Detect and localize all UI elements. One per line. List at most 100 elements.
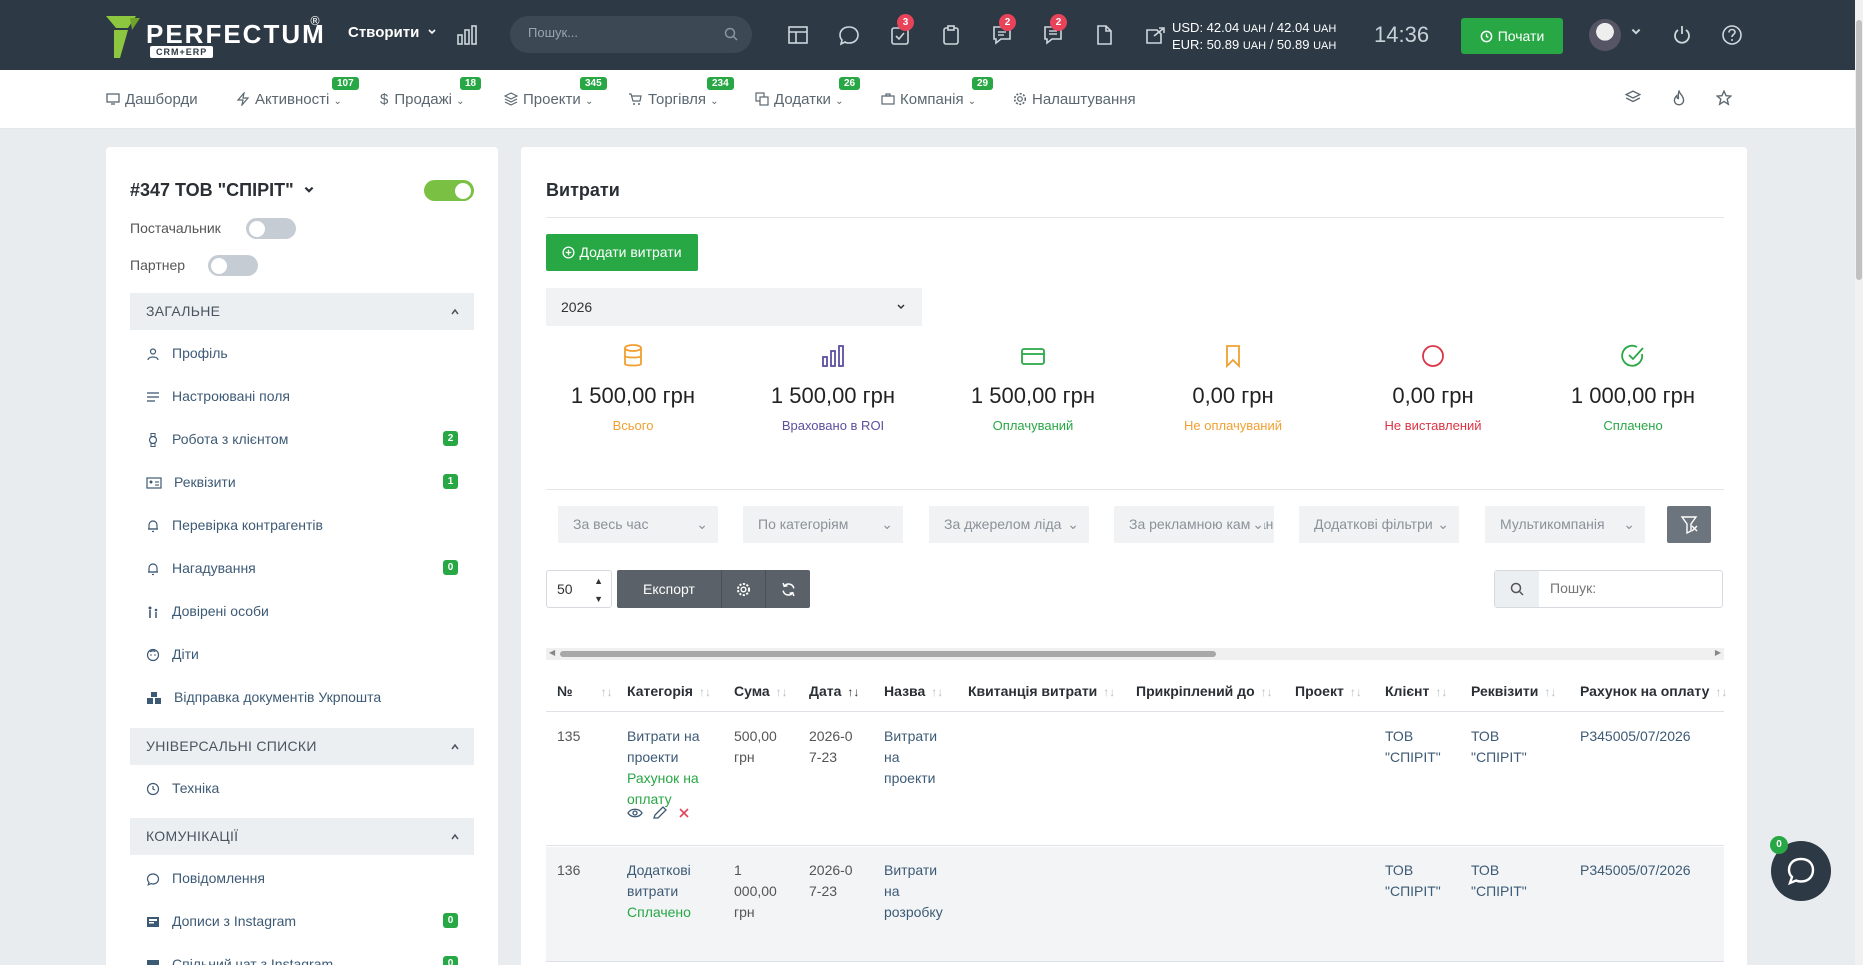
cell-requisites[interactable]: ТОВ "СПІРІТ" [1471, 860, 1536, 902]
logo[interactable]: PERFECTUM ® CRM+ERP [106, 14, 326, 60]
start-timer-button[interactable]: Почати [1461, 18, 1563, 54]
page-scrollbar[interactable] [1855, 0, 1863, 965]
sidebar-item-counterparty-check[interactable]: Перевірка контрагентів [146, 517, 458, 539]
nav-label: Активності [255, 91, 330, 108]
nav-projects[interactable]: Проекти ⌄ [503, 91, 593, 108]
col-receipt[interactable]: Квитанція витрати ↑↓ [968, 683, 1115, 699]
col-category[interactable]: Категорія ↑↓ [627, 683, 711, 699]
sidebar-item-instagram-chat[interactable]: Спільний чат з Instagram 0 [146, 956, 458, 965]
table-search-input[interactable] [1550, 580, 1710, 596]
section-universal-lists[interactable]: УНІВЕРСАЛЬНІ СПИСКИ [130, 728, 474, 765]
col-project[interactable]: Проект ↑↓ [1295, 683, 1362, 699]
create-dropdown[interactable]: Створити [348, 24, 437, 41]
category-link[interactable]: Додаткові витрати [627, 860, 727, 902]
section-communications[interactable]: КОМУНІКАЦІЇ [130, 818, 474, 855]
delete-icon[interactable] [677, 806, 691, 820]
layers-icon[interactable] [1625, 90, 1641, 106]
edit-icon[interactable] [652, 806, 668, 820]
scroll-thumb[interactable] [1856, 20, 1862, 280]
chat-bubble-icon[interactable] [838, 24, 860, 46]
cell-invoice[interactable]: P345005/07/2026 [1580, 726, 1691, 747]
page-title: Витрати [546, 180, 620, 200]
cell-client[interactable]: ТОВ "СПІРІТ" [1385, 726, 1450, 768]
sidebar-item-reminders[interactable]: Нагадування 0 [146, 560, 458, 582]
cell-client[interactable]: ТОВ "СПІРІТ" [1385, 860, 1450, 902]
col-date[interactable]: Дата ↑↓ [809, 683, 859, 699]
sidebar-item-instagram-posts[interactable]: Дописи з Instagram 0 [146, 913, 458, 935]
sidebar-item-custom-fields[interactable]: Настроювані поля [146, 388, 458, 410]
sidebar-item-trusted-persons[interactable]: Довірені особи [146, 603, 458, 625]
reload-button[interactable] [766, 570, 810, 608]
col-number[interactable]: № ↑↓ [557, 683, 613, 699]
sidebar-item-client-work[interactable]: Робота з клієнтом 2 [146, 431, 458, 453]
supplier-label: Постачальник [130, 220, 221, 236]
chevron-down-icon[interactable] [1630, 26, 1642, 38]
table-search[interactable] [1494, 570, 1723, 608]
sidebar-item-equipment[interactable]: Техніка [146, 780, 458, 802]
help-icon[interactable] [1721, 24, 1743, 46]
cell-name[interactable]: Витрати на проекти [884, 726, 944, 789]
sidebar-item-children[interactable]: Діти [146, 646, 458, 668]
columns-settings-button[interactable] [722, 570, 766, 608]
scroll-left-arrow[interactable]: ◀ [549, 648, 555, 657]
cell-requisites[interactable]: ТОВ "СПІРІТ" [1471, 726, 1536, 768]
sidebar-item-ukrposhta[interactable]: Відправка документів Укрпошта [146, 689, 458, 711]
client-title[interactable]: #347 ТОВ "СПІРІТ" [130, 180, 315, 201]
cell-name[interactable]: Витрати на розробку [884, 860, 952, 923]
filter-category[interactable]: По категоріям ⌄ [743, 506, 903, 543]
export-button[interactable]: Експорт [617, 570, 722, 608]
sidebar-item-profile[interactable]: Профіль [146, 345, 458, 367]
filter-period[interactable]: За весь час ⌄ [558, 506, 718, 543]
nav-addons[interactable]: Додатки ⌄ [755, 91, 843, 108]
supplier-toggle[interactable] [246, 218, 296, 239]
sort-icon: ↑↓ [600, 685, 613, 699]
filter-lead-source[interactable]: За джерелом ліда ⌄ [929, 506, 1089, 543]
partner-toggle[interactable] [208, 255, 258, 276]
nav-settings[interactable]: Налаштування [1013, 91, 1136, 108]
document-icon[interactable] [1093, 24, 1115, 46]
fire-icon[interactable] [1671, 90, 1687, 106]
col-requisites[interactable]: Реквізити ↑↓ [1471, 683, 1556, 699]
stat-label: Не оплачуваний [1184, 418, 1282, 433]
clear-filters-button[interactable] [1667, 506, 1711, 543]
filter-campaign[interactable]: За рекламною кампанією⌄ [1114, 506, 1274, 543]
nav-sales[interactable]: $ Продажі ⌄ [380, 91, 465, 108]
col-attached-to[interactable]: Прикріплений до ↑↓ [1136, 683, 1273, 699]
add-expense-button[interactable]: Додати витрати [546, 234, 698, 271]
currency-eur-line: EUR: 50.89 UAH / 50.89 UAH [1172, 37, 1336, 54]
stats-icon[interactable] [456, 24, 478, 46]
exchange-icon[interactable] [1144, 24, 1166, 46]
filter-multicompany[interactable]: Мультикомпанія ⌄ [1485, 506, 1645, 543]
col-client[interactable]: Клієнт ↑↓ [1385, 683, 1447, 699]
global-search[interactable] [510, 16, 752, 53]
page-length-select[interactable]: 50 ▲ ▼ [546, 570, 612, 608]
scroll-thumb[interactable] [560, 651, 1216, 657]
cell-invoice[interactable]: P345005/07/2026 [1580, 860, 1691, 881]
global-search-input[interactable] [528, 25, 708, 40]
clipboard-icon[interactable] [940, 24, 962, 46]
filter-additional[interactable]: Додаткові фільтри ⌄ [1299, 506, 1459, 543]
chevron-up-icon [451, 833, 459, 840]
scroll-right-arrow[interactable]: ▶ [1715, 648, 1721, 657]
nav-company[interactable]: Компанія ⌄ [881, 91, 976, 108]
avatar[interactable] [1589, 19, 1621, 51]
star-icon[interactable] [1716, 90, 1732, 106]
database-icon [624, 344, 642, 367]
col-sum[interactable]: Сума ↑↓ [734, 683, 788, 699]
col-invoice[interactable]: Рахунок на оплату ↑↓ [1580, 683, 1727, 699]
nav-trade[interactable]: Торгівля ⌄ [628, 91, 719, 108]
year-select[interactable]: 2026 [546, 288, 922, 326]
sidebar-item-messages[interactable]: Повідомлення [146, 870, 458, 892]
eye-icon[interactable] [627, 806, 643, 820]
client-active-toggle[interactable] [424, 180, 474, 201]
power-icon[interactable] [1671, 24, 1693, 46]
section-general[interactable]: ЗАГАЛЬНЕ [130, 293, 474, 330]
horizontal-scrollbar[interactable]: ◀ ▶ [546, 648, 1724, 660]
nav-badge-addons: 26 [839, 77, 861, 90]
category-link[interactable]: Витрати на проекти [627, 726, 727, 768]
nav-activities[interactable]: Активності ⌄ [236, 90, 342, 108]
sidebar-item-requisites[interactable]: Реквізити 1 [146, 474, 458, 496]
col-name[interactable]: Назва ↑↓ [884, 683, 943, 699]
nav-dashboards[interactable]: Дашборди [106, 91, 198, 108]
layout-icon[interactable] [787, 24, 809, 46]
